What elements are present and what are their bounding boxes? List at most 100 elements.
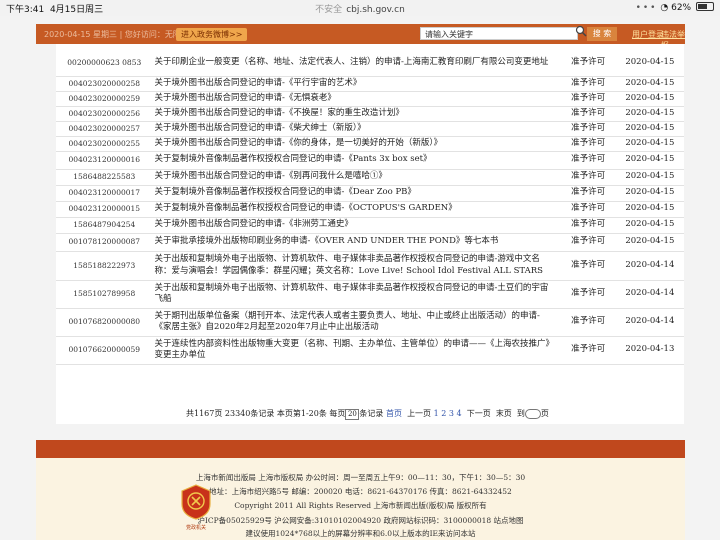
table-row[interactable]: 004023020000256 关于境外图书出版合同登记的申请-《不换屋！家的重生… <box>56 106 684 122</box>
cell-code: 001076820000080 <box>56 308 153 337</box>
cell-code: 00200000623 0853 <box>56 50 153 77</box>
table-row[interactable]: 1585102789958 关于出版和复制境外电子出版物、计算机软件、电子媒体非卖… <box>56 280 684 309</box>
cell-title[interactable]: 关于出版和复制境外电子出版物、计算机软件、电子媒体非卖品著作权授权合同登记的申请… <box>152 280 561 309</box>
cell-code: 004023020000257 <box>56 121 153 137</box>
cell-code: 004023020000259 <box>56 91 153 107</box>
cell-date: 2020-04-14 <box>615 251 684 281</box>
page-link-2[interactable]: 2 <box>441 409 446 418</box>
cell-status: 准予许可 <box>560 151 616 170</box>
table-row[interactable]: 001076620000059 关于连续性内部资料性出版物重大变更（名称、刊期、主… <box>56 336 684 365</box>
party-government-emblem-icon[interactable] <box>180 484 212 520</box>
cell-title[interactable]: 关于印刷企业一般变更（名称、地址、法定代表人、注销）的申请-上海南汇教育印刷厂有… <box>152 50 561 77</box>
cell-code: 004023020000255 <box>56 136 153 152</box>
cell-title[interactable]: 关于复制境外音像制品著作权授权合同登记的申请-《Pants 3x box set… <box>152 151 561 170</box>
url-text: cbj.sh.gov.cn <box>346 5 405 15</box>
table-row[interactable]: 00200000623 0853 关于印刷企业一般变更（名称、地址、法定代表人、注… <box>56 50 684 77</box>
footer-browser-note: 建议使用1024*768以上的屏幕分辨率和6.0以上版本的IE来访问本站 <box>245 529 476 538</box>
table-row[interactable]: 004023120000017 关于复制境外音像制品著作权授权合同登记的申请-《D… <box>56 185 684 202</box>
footer-hours: 上海市新闻出版局 上海市版权局 办公时间：周一至周五上午9：00—11：30，下… <box>195 473 526 482</box>
cell-code: 1586487904254 <box>56 217 153 234</box>
cell-date: 2020-04-15 <box>615 185 684 202</box>
first-page-link[interactable]: 首页 <box>386 409 402 418</box>
table-row[interactable]: 004023020000258 关于境外图书出版合同登记的申请-《平行宇宙的艺术》… <box>56 76 684 92</box>
cell-title[interactable]: 关于境外图书出版合同登记的申请-《柴犬绅士（新版）》 <box>152 121 561 137</box>
cell-status: 准予许可 <box>560 169 616 186</box>
cell-status: 准予许可 <box>560 136 616 152</box>
next-page-link[interactable]: 下一页 <box>467 409 491 418</box>
cell-status: 准予许可 <box>560 50 616 77</box>
cell-status: 准予许可 <box>560 251 616 281</box>
table-row[interactable]: 1586488225583 关于境外图书出版合同登记的申请-《别再问我什么是嘻哈①… <box>56 169 684 186</box>
site-header: 2020-04-15 星期三 | 您好访问：无障碍 进入政务微博>> 请输入关键… <box>36 24 685 50</box>
footer-band <box>36 440 685 458</box>
cell-title[interactable]: 关于复制境外音像制品著作权授权合同登记的申请-《Dear Zoo PB》 <box>152 185 561 202</box>
emblem-label: 党政机关 <box>185 525 206 531</box>
approval-table: 00200000623 0853 关于印刷企业一般变更（名称、地址、法定代表人、注… <box>56 50 684 365</box>
pagination-summary: 共1167页 23340条记录 本页第1-20条 每页 <box>186 409 346 418</box>
cell-date: 2020-04-15 <box>615 121 684 137</box>
cell-code: 001078120000087 <box>56 233 153 252</box>
search-input[interactable]: 请输入关键字 <box>420 27 578 40</box>
table-row[interactable]: 004023020000257 关于境外图书出版合同登记的申请-《柴犬绅士（新版）… <box>56 121 684 137</box>
footer-icp[interactable]: 沪ICP备05025929号 沪公网安备:31010102004920 政府网站… <box>36 515 685 526</box>
battery-percent: 62% <box>671 3 692 13</box>
address-bar[interactable]: 不安全 cbj.sh.gov.cn <box>0 2 720 15</box>
cell-status: 准予许可 <box>560 201 616 218</box>
table-body: 00200000623 0853 关于印刷企业一般变更（名称、地址、法定代表人、注… <box>56 50 684 365</box>
table-row[interactable]: 004023020000259 关于境外图书出版合同登记的申请-《无惧衰老》 准予许… <box>56 91 684 107</box>
cell-title[interactable]: 关于境外图书出版合同登记的申请-《非洲劳工通史》 <box>152 217 561 234</box>
table-row[interactable]: 001076820000080 关于期刊出版单位备案（期刊开本、法定代表人或者主要… <box>56 308 684 337</box>
prev-page-link[interactable]: 上一页 <box>407 409 431 418</box>
page-link-4[interactable]: 4 <box>457 409 462 418</box>
status-bar: 下午3:41 4月15日周三 不安全 cbj.sh.gov.cn ••• ◔ 62… <box>0 0 720 16</box>
cell-code: 004023120000015 <box>56 201 153 218</box>
page-link-1[interactable]: 1 <box>434 409 439 418</box>
cell-date: 2020-04-15 <box>615 50 684 77</box>
cell-status: 准予许可 <box>560 280 616 309</box>
cell-title[interactable]: 关于境外图书出版合同登记的申请-《你的身体，是一切美好的开始（新版）》 <box>152 136 561 152</box>
table-row[interactable]: 004023020000255 关于境外图书出版合同登记的申请-《你的身体，是一切… <box>56 136 684 152</box>
cell-date: 2020-04-15 <box>615 201 684 218</box>
page-link-3[interactable]: 3 <box>449 409 454 418</box>
search-button[interactable]: 搜 索 <box>587 27 617 41</box>
cell-date: 2020-04-15 <box>615 91 684 107</box>
cell-title[interactable]: 关于境外图书出版合同登记的申请-《无惧衰老》 <box>152 91 561 107</box>
cell-title[interactable]: 关于境外图书出版合同登记的申请-《不换屋！家的重生改造计划》 <box>152 106 561 122</box>
battery-fill <box>698 4 707 9</box>
cell-status: 准予许可 <box>560 217 616 234</box>
cell-title[interactable]: 关于审批承接境外出版物印刷业务的申请-《OVER AND UNDER THE P… <box>152 233 561 252</box>
cell-status: 准予许可 <box>560 76 616 92</box>
cell-code: 004023120000016 <box>56 151 153 170</box>
last-page-link[interactable]: 末页 <box>496 409 512 418</box>
table-row[interactable]: 1585188222973 关于出版和复制境外电子出版物、计算机软件、电子媒体非卖… <box>56 251 684 281</box>
goto-label: 到 <box>516 409 525 418</box>
table-row[interactable]: 1586487904254 关于境外图书出版合同登记的申请-《非洲劳工通史》 准予许… <box>56 217 684 234</box>
table-row[interactable]: 001078120000087 关于审批承接境外出版物印刷业务的申请-《OVER … <box>56 233 684 252</box>
cell-title[interactable]: 关于连续性内部资料性出版物重大变更（名称、刊期、主办单位、主管单位）的申请——《… <box>152 336 561 365</box>
table-row[interactable]: 004023120000016 关于复制境外音像制品著作权授权合同登记的申请-《P… <box>56 151 684 170</box>
cell-status: 准予许可 <box>560 121 616 137</box>
login-link[interactable]: 用户登录 <box>632 29 664 40</box>
cell-title[interactable]: 关于境外图书出版合同登记的申请-《别再问我什么是嘻哈①》 <box>152 169 561 186</box>
status-right: ••• ◔ 62% <box>636 2 714 13</box>
cell-status: 准予许可 <box>560 106 616 122</box>
cell-code: 1586488225583 <box>56 169 153 186</box>
cell-code: 004023020000256 <box>56 106 153 122</box>
weibo-link[interactable]: 进入政务微博>> <box>176 28 248 41</box>
cell-status: 准予许可 <box>560 185 616 202</box>
footer-address: 地址：上海市绍兴路5号 邮编：200020 电话：8621-64370176 传… <box>209 487 512 496</box>
search-icon[interactable] <box>575 25 587 37</box>
wifi-icon: ◔ <box>660 3 669 13</box>
cell-date: 2020-04-13 <box>615 336 684 365</box>
goto-unit: 页 <box>540 409 549 418</box>
cell-title[interactable]: 关于出版和复制境外电子出版物、计算机软件、电子媒体非卖品著作权授权合同登记的申请… <box>152 251 561 281</box>
cell-title[interactable]: 关于境外图书出版合同登记的申请-《平行宇宙的艺术》 <box>152 76 561 92</box>
goto-page-input[interactable] <box>524 409 541 419</box>
cell-title[interactable]: 关于复制境外音像制品著作权授权合同登记的申请-《OCTOPUS'S GARDEN… <box>152 201 561 218</box>
cell-date: 2020-04-15 <box>615 217 684 234</box>
cell-date: 2020-04-15 <box>615 151 684 170</box>
cell-date: 2020-04-15 <box>615 76 684 92</box>
per-page-input[interactable]: 20 <box>345 408 360 420</box>
table-row[interactable]: 004023120000015 关于复制境外音像制品著作权授权合同登记的申请-《O… <box>56 201 684 218</box>
cell-title[interactable]: 关于期刊出版单位备案（期刊开本、法定代表人或者主要负责人、地址、中止或终止出版活… <box>152 308 561 337</box>
